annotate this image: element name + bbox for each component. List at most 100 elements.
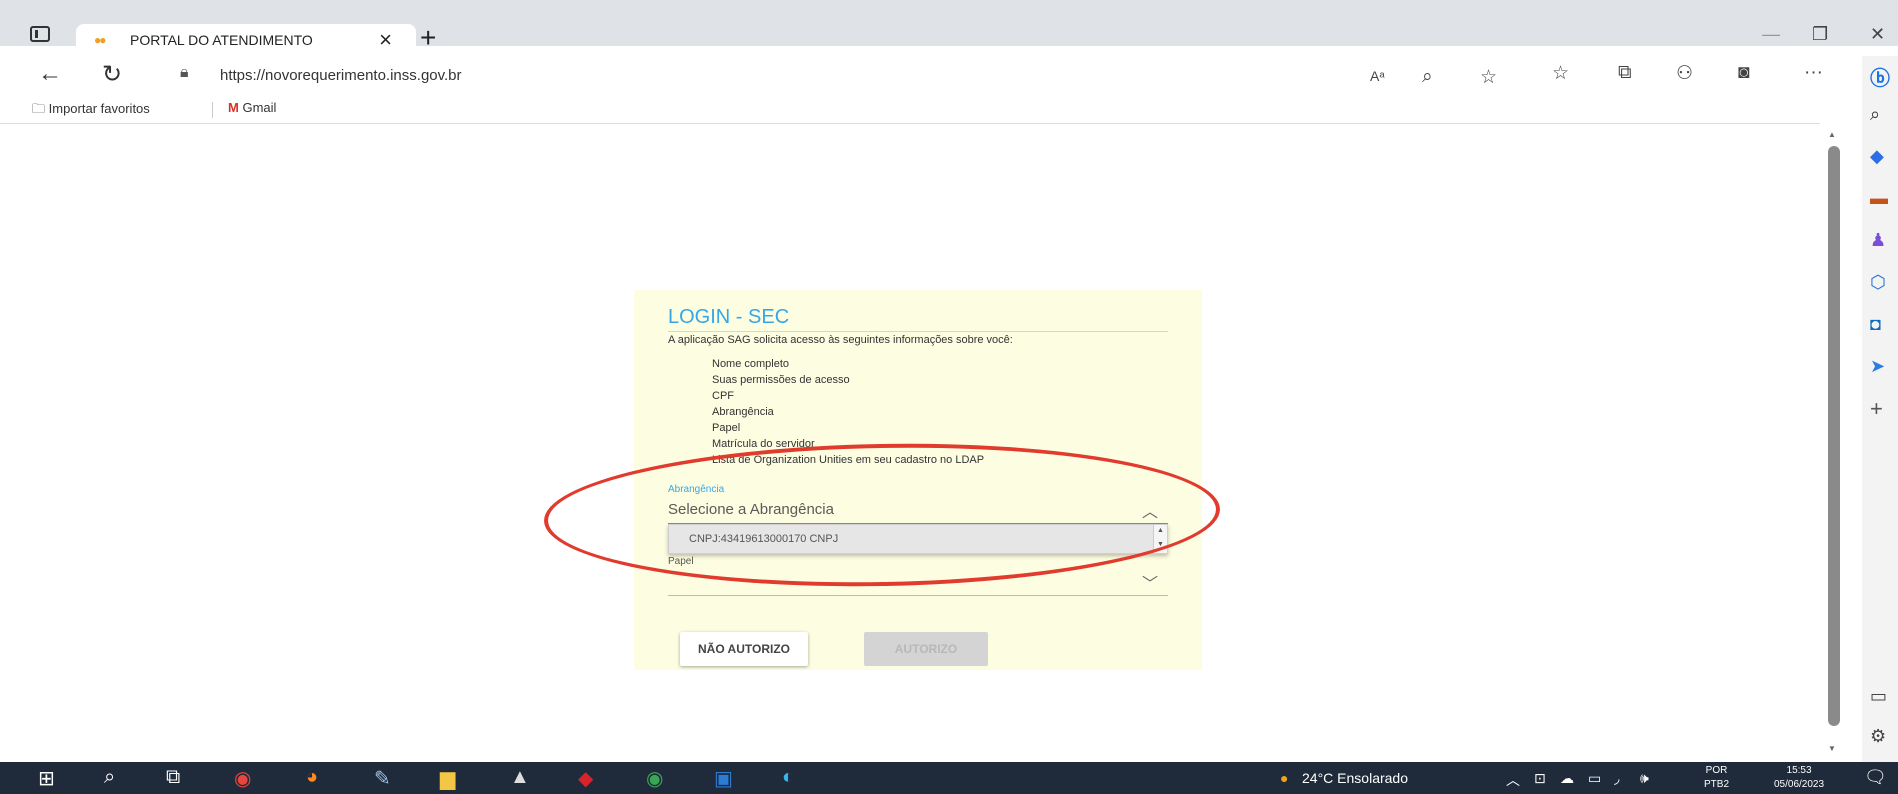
tab-strip: ●● PORTAL DO ATENDIMENTO × + — ❐ ✕ (0, 0, 1898, 56)
address-toolbar: ← ↻ 🔒︎ https://novorequerimento.inss.gov… (0, 56, 1898, 94)
clock-time: 15:53 (1786, 765, 1812, 776)
list-item: CPF (712, 390, 734, 402)
url-text[interactable]: https://novorequerimento.inss.gov.br (220, 67, 462, 84)
deny-button[interactable]: NÃO AUTORIZO (680, 632, 808, 666)
list-item: Papel (712, 422, 741, 434)
favorite-import-label: Importar favoritos (48, 101, 150, 116)
list-item: Nome completo (712, 358, 790, 370)
profile-icon[interactable]: ◙ (1738, 62, 1749, 84)
dropdown-scrollbar[interactable]: ▲ ▼ (1153, 525, 1167, 553)
bing-chat-icon[interactable]: ⓑ (1870, 62, 1890, 91)
weather-text[interactable]: 24°C Ensolarado (1302, 770, 1408, 786)
dropdown-scroll-up-icon[interactable]: ▲ (1157, 527, 1164, 534)
lock-icon[interactable]: 🔒︎ (180, 64, 189, 82)
extension-icon[interactable]: ⚇ (1676, 62, 1693, 85)
more-menu-icon[interactable]: ··· (1804, 62, 1823, 84)
minimize-icon[interactable]: — (1762, 24, 1780, 45)
edge-sidebar: ⓑ ⌕ ◆ ▬ ♟ ⬡ ◘ ➤ + ▭ ⚙ (1862, 56, 1898, 762)
search-icon[interactable]: ⌕ (104, 766, 115, 789)
clock[interactable]: 15:53 05/06/2023 (1774, 764, 1824, 792)
chrome-profile-icon[interactable]: ◉ (646, 766, 663, 791)
favorite-gmail-label: Gmail (242, 100, 277, 115)
gmail-icon: M (228, 100, 239, 115)
office-icon[interactable]: ⬡ (1870, 272, 1886, 293)
dropdown-scroll-down-icon[interactable]: ▼ (1157, 541, 1164, 548)
tab-close-icon[interactable]: × (379, 27, 392, 53)
abrangencia-placeholder: Selecione a Abrangência (668, 501, 834, 518)
wifi-icon[interactable]: ◞ (1614, 770, 1619, 787)
tab-portal-atendimento[interactable]: ●● PORTAL DO ATENDIMENTO × (76, 24, 416, 56)
login-panel: LOGIN - SEC A aplicação SAG solicita ace… (634, 290, 1202, 670)
scroll-thumb[interactable] (1828, 146, 1840, 726)
paint-icon[interactable]: ✎ (374, 766, 391, 791)
sidebar-panel-icon[interactable]: ▭ (1870, 686, 1887, 707)
tools-icon[interactable]: ▬ (1870, 188, 1888, 209)
clock-date: 05/06/2023 (1774, 779, 1825, 790)
weather-icon[interactable]: ● (1280, 770, 1288, 786)
authorize-button[interactable]: AUTORIZO (864, 632, 988, 666)
folder-icon: 🗀︎ (32, 101, 46, 116)
list-item: Suas permissões de acesso (712, 374, 850, 386)
tab-title: PORTAL DO ATENDIMENTO (130, 32, 313, 48)
battery-icon[interactable]: ▭ (1588, 770, 1601, 787)
tray-app-icon[interactable]: ⊡ (1534, 770, 1546, 787)
chrome-icon[interactable]: ◉ (234, 766, 251, 791)
firefox-icon[interactable]: ◕ (306, 766, 318, 789)
notifications-icon[interactable]: 🗨︎ (1864, 767, 1887, 788)
edge-icon[interactable]: ◐ (782, 766, 794, 789)
page-scrollbar[interactable]: ▲ ▼ (1824, 128, 1844, 758)
address-bar[interactable]: 🔒︎ https://novorequerimento.inss.gov.br … (154, 60, 1574, 90)
add-sidebar-app-icon[interactable]: + (1870, 396, 1883, 422)
tray-overflow-icon[interactable]: ︿ (1506, 770, 1520, 790)
word-icon[interactable]: ▣ (714, 766, 733, 791)
refresh-icon[interactable]: ↻ (102, 60, 122, 89)
list-item: Lista de Organization Unities em seu cad… (712, 454, 985, 466)
favorites-bar: 🗀︎ Importar favoritos M Gmail (0, 96, 1820, 124)
abrangencia-label: Abrangência (668, 484, 725, 495)
app-red-icon[interactable]: ◆ (578, 766, 593, 791)
shopping-tag-icon[interactable]: ◆ (1870, 146, 1884, 167)
permissions-list: Nome completo Suas permissões de acesso … (712, 356, 984, 468)
task-view-icon[interactable]: ⧉ (166, 766, 180, 789)
consent-intro: A aplicação SAG solicita acesso às segui… (668, 334, 1013, 346)
site-favicon-icon: ●● (94, 33, 106, 47)
outlook-icon[interactable]: ◘ (1870, 314, 1881, 335)
abrangencia-option[interactable]: CNPJ:43419613000170 CNPJ (689, 533, 838, 545)
restore-icon[interactable]: ❐ (1812, 24, 1828, 45)
volume-icon[interactable]: 🕪︎ (1640, 770, 1649, 787)
lang-line1: POR (1705, 765, 1728, 776)
pdf-app-icon[interactable]: ▲ (510, 766, 530, 789)
chevron-up-icon[interactable]: ︿ (1142, 498, 1158, 522)
close-window-icon[interactable]: ✕ (1870, 24, 1885, 45)
abrangencia-select[interactable]: Selecione a Abrangência ︿ (668, 496, 1168, 524)
chevron-down-icon[interactable]: ﹀ (1142, 570, 1158, 594)
favorite-gmail[interactable]: M Gmail (228, 100, 276, 115)
new-tab-button[interactable]: + (420, 22, 436, 54)
collections-icon[interactable]: ⧉ (1618, 62, 1632, 84)
scroll-down-icon[interactable]: ▼ (1828, 744, 1836, 753)
list-item: Matrícula do servidor (712, 438, 815, 450)
search-icon[interactable]: ⌕ (1870, 104, 1880, 125)
abrangencia-dropdown: CNPJ:43419613000170 CNPJ ▲ ▼ (668, 524, 1168, 554)
windows-start-icon[interactable]: ⊞ (38, 766, 55, 791)
read-aloud-icon[interactable]: Aᵃ (1370, 68, 1385, 84)
lang-line2: PTB2 (1704, 779, 1730, 790)
papel-select[interactable]: ﹀ (668, 568, 1168, 596)
onedrive-icon[interactable]: ☁ (1560, 770, 1574, 787)
scroll-up-icon[interactable]: ▲ (1828, 130, 1836, 139)
games-icon[interactable]: ♟ (1870, 230, 1886, 251)
back-icon[interactable]: ← (38, 60, 62, 88)
taskbar: ⊞ ⌕ ⧉ ◉ ◕ ✎ ▆ ▲ ◆ ◉ ▣ ◐ ● 24°C Ensolarad… (0, 762, 1898, 794)
favorites-icon[interactable]: ☆ (1552, 62, 1569, 85)
tab-actions-icon[interactable] (30, 26, 50, 42)
favorite-import[interactable]: 🗀︎ Importar favoritos (32, 100, 150, 122)
list-item: Abrangência (712, 406, 774, 418)
favorites-divider (212, 102, 213, 118)
telegram-icon[interactable]: ➤ (1870, 356, 1885, 377)
papel-label: Papel (668, 556, 694, 567)
settings-gear-icon[interactable]: ⚙ (1870, 726, 1886, 747)
zoom-search-icon[interactable]: ⌕ (1422, 66, 1433, 88)
file-explorer-icon[interactable]: ▆ (440, 766, 455, 791)
favorite-star-icon[interactable]: ☆ (1480, 66, 1497, 89)
input-language[interactable]: POR PTB2 (1704, 764, 1729, 792)
